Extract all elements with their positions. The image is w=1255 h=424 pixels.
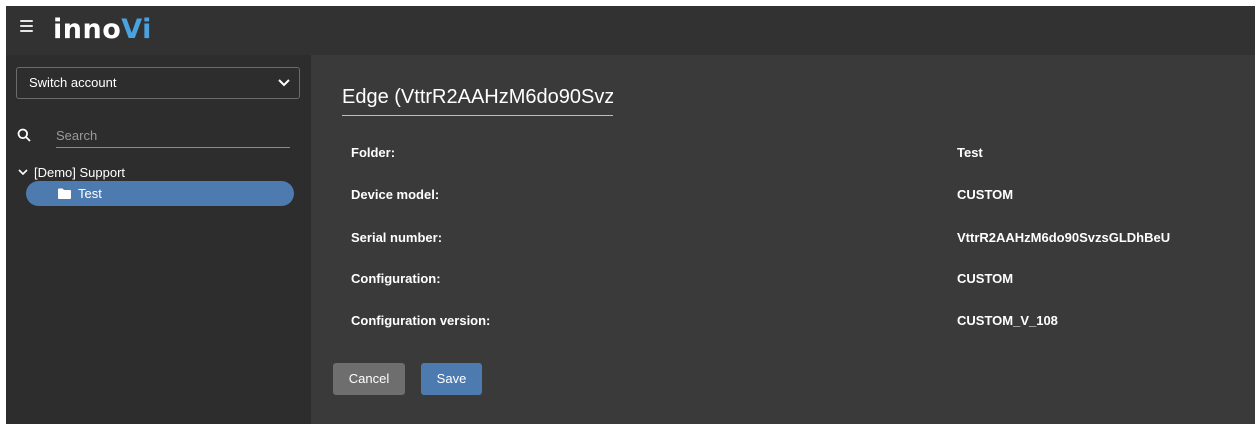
- tree-node-test[interactable]: Test: [26, 181, 294, 206]
- top-bar: innoVi: [6, 6, 1255, 55]
- app-window: innoVi Switch account [Demo] Support Tes…: [6, 6, 1255, 424]
- field-label: Folder:: [351, 145, 396, 160]
- hamburger-menu-icon[interactable]: [20, 20, 33, 34]
- field-row-configuration-version: Configuration version: CUSTOM_V_108: [351, 313, 1231, 331]
- field-value: CUSTOM: [957, 187, 1014, 202]
- switch-account-select[interactable]: Switch account: [16, 67, 300, 99]
- tree-node-label: Test: [78, 186, 102, 201]
- logo-text: inno: [53, 14, 122, 45]
- field-value: CUSTOM: [957, 271, 1014, 286]
- field-row-serial-number: Serial number: VttrR2AAHzM6do90SvzsGLDhB…: [351, 230, 1231, 248]
- field-value: VttrR2AAHzM6do90SvzsGLDhBeU: [957, 230, 1171, 245]
- field-label: Configuration version:: [351, 313, 491, 328]
- field-row-configuration: Configuration: CUSTOM: [351, 271, 1231, 289]
- device-name-input[interactable]: [342, 82, 613, 116]
- sidebar: Switch account [Demo] Support Test: [6, 55, 311, 424]
- tree-node-demo-support[interactable]: [Demo] Support: [18, 162, 125, 182]
- innovi-logo[interactable]: innoVi: [53, 14, 152, 46]
- field-row-device-model: Device model: CUSTOM: [351, 187, 1231, 205]
- field-label: Serial number:: [351, 230, 443, 245]
- field-value: CUSTOM_V_108: [957, 313, 1058, 328]
- chevron-down-icon: [278, 79, 290, 87]
- main-panel: Folder: Test Device model: CUSTOM Serial…: [311, 55, 1255, 424]
- search-input[interactable]: [56, 123, 290, 148]
- field-row-folder: Folder: Test: [351, 145, 1231, 163]
- field-value: Test: [957, 145, 983, 160]
- folder-icon: [58, 188, 71, 199]
- field-label: Configuration:: [351, 271, 441, 286]
- field-label: Device model:: [351, 187, 440, 202]
- save-button[interactable]: Save: [421, 363, 482, 395]
- search-icon: [17, 128, 31, 142]
- tree-node-label: [Demo] Support: [34, 164, 126, 180]
- chevron-down-icon: [18, 169, 28, 176]
- cancel-button[interactable]: Cancel: [333, 363, 405, 395]
- logo-accent-text: Vi: [121, 14, 152, 45]
- switch-account-label: Switch account: [29, 75, 117, 90]
